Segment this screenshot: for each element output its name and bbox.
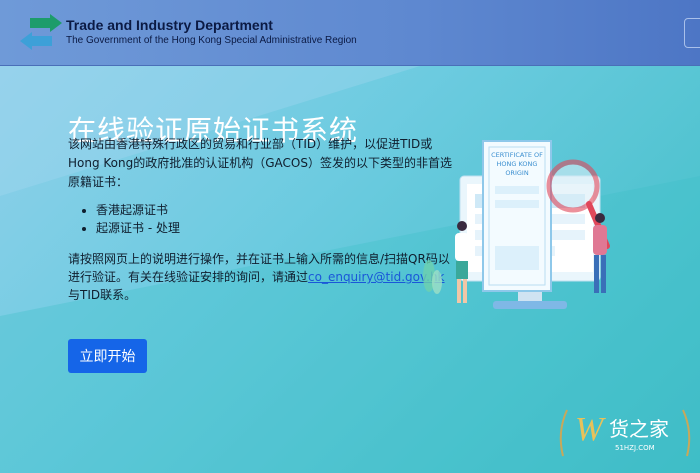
watermark-site: 51HZJ.COM — [615, 444, 655, 452]
watermark-logo: W 货之家 51HZJ.COM — [559, 409, 691, 457]
watermark-brand: 货之家 — [609, 417, 669, 441]
government-name: The Government of the Hong Kong Special … — [66, 35, 357, 46]
instructions-text: 请按照网页上的说明进行操作，并在证书上输入所需的信息/扫描QR码以进行验证。有关… — [68, 250, 456, 304]
list-item: 香港起源证书 — [96, 201, 180, 219]
certificate-verification-illustration: CERTIFICATE OF HONG KONG ORIGIN — [423, 140, 610, 309]
tid-logo-icon[interactable] — [20, 14, 62, 50]
certificate-type-list: 香港起源证书 起源证书 - 处理 — [82, 201, 180, 237]
certificate-line: HONG KONG — [497, 160, 538, 168]
certificate-line: ORIGIN — [505, 169, 529, 177]
list-item: 起源证书 - 处理 — [96, 219, 180, 237]
department-name[interactable]: Trade and Industry Department — [66, 17, 273, 33]
site-header: Trade and Industry Department The Govern… — [0, 0, 700, 66]
hero-section: 在线验证原始证书系统 该网站由香港特殊行政区的贸易和行业部（TID）维护，以促进… — [0, 66, 700, 473]
certificate-line: CERTIFICATE OF — [491, 151, 543, 159]
instructions-after: 与TID联系。 — [68, 288, 137, 302]
start-now-button[interactable]: 立即开始 — [68, 339, 147, 373]
svg-text:W: W — [575, 411, 606, 448]
menu-button[interactable] — [684, 18, 700, 48]
intro-text: 该网站由香港特殊行政区的贸易和行业部（TID）维护，以促进TID或Hong Ko… — [68, 137, 452, 189]
